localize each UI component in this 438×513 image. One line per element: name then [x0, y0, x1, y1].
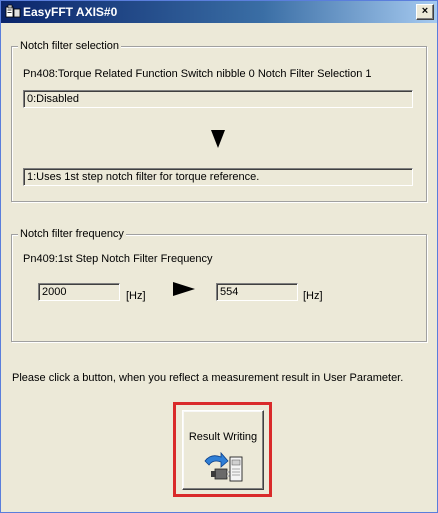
notch-filter-frequency-group: Notch filter frequency Pn409:1st Step No… [11, 227, 427, 342]
parameter-label: Pn409:1st Step Notch Filter Frequency [23, 253, 213, 265]
new-frequency-unit: [Hz] [303, 290, 323, 302]
close-button[interactable]: × [416, 4, 434, 20]
group-legend: Notch filter frequency [18, 227, 126, 241]
current-frequency-field: 2000 [38, 283, 120, 301]
title-bar[interactable]: EasyFFT AXIS#0 × [1, 1, 437, 23]
current-frequency-unit: [Hz] [126, 290, 146, 302]
down-arrow-icon [211, 130, 225, 148]
group-legend: Notch filter selection [18, 39, 122, 53]
instruction-text: Please click a button, when you reflect … [12, 372, 404, 384]
notch-filter-selection-group: Notch filter selection Pn408:Torque Rela… [11, 39, 427, 202]
current-value-field: 0:Disabled [23, 90, 413, 108]
result-writing-label: Result Writing [188, 431, 258, 443]
write-to-device-icon [204, 451, 243, 482]
app-icon [5, 4, 21, 18]
window-title: EasyFFT AXIS#0 [23, 5, 118, 19]
result-writing-button[interactable]: Result Writing [182, 410, 264, 490]
new-value-field: 1:Uses 1st step notch filter for torque … [23, 168, 413, 186]
right-arrow-icon [173, 282, 195, 296]
easyfft-dialog: EasyFFT AXIS#0 × Notch filter selection … [0, 0, 438, 513]
new-frequency-field: 554 [216, 283, 298, 301]
parameter-label: Pn408:Torque Related Function Switch nib… [23, 68, 372, 80]
